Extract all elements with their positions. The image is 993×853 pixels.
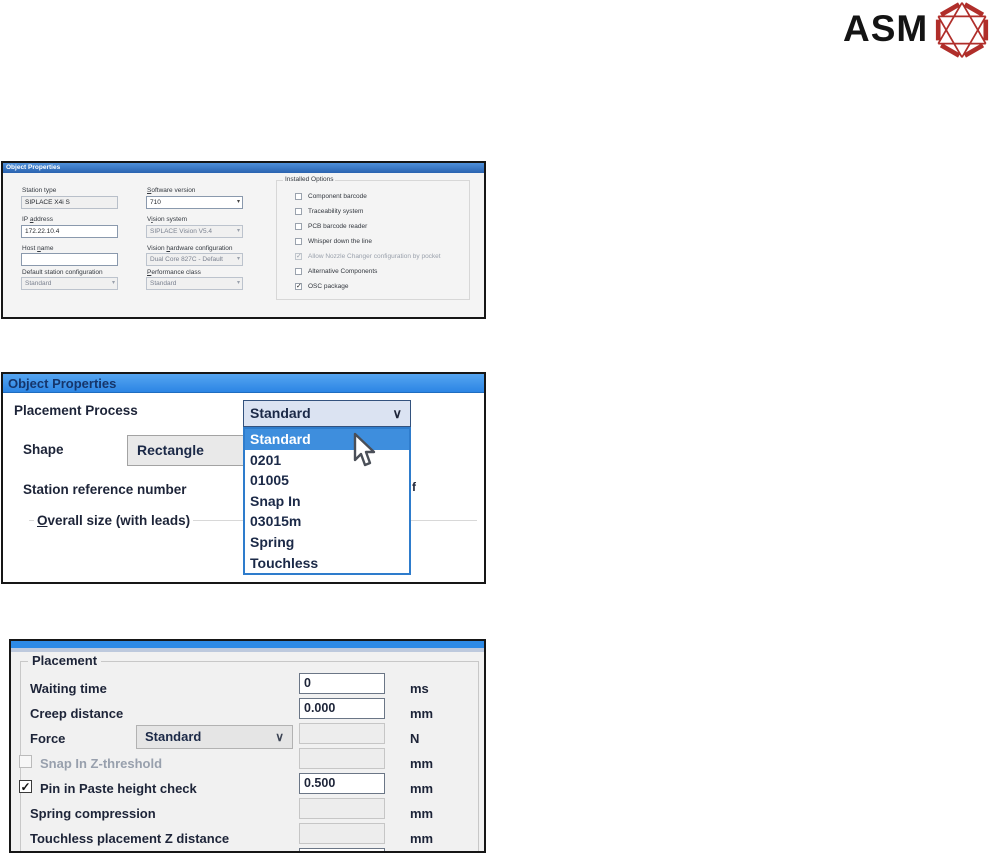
- spring-compression-field[interactable]: [299, 798, 385, 819]
- list-item-touchless[interactable]: Touchless: [245, 553, 409, 574]
- creep-distance-label: Creep distance: [30, 706, 124, 721]
- osc-package-checkbox[interactable]: ✓: [295, 283, 302, 290]
- performance-class-label: Performance class: [147, 269, 201, 276]
- asm-logo: ASM: [838, 0, 993, 60]
- list-item-standard[interactable]: Standard: [245, 429, 409, 450]
- shape-dropdown[interactable]: Rectangle: [127, 435, 244, 466]
- checkbox-label: PCB barcode reader: [308, 223, 368, 230]
- checkbox-label: Allow Nozzle Changer configuration by po…: [308, 253, 441, 260]
- snap-in-z-threshold-field[interactable]: [299, 748, 385, 769]
- traceability-system-checkbox[interactable]: [295, 208, 302, 215]
- vision-hardware-configuration-dropdown[interactable]: Dual Core 827C - Default ▾: [146, 253, 243, 266]
- screenshot-object-properties-placement-process: Object Properties Placement Process Stan…: [1, 372, 486, 584]
- list-item-0201[interactable]: 0201: [245, 450, 409, 471]
- touchless-placement-label: Touchless placement Z distance: [30, 831, 230, 846]
- spring-compression-label: Spring compression: [30, 806, 156, 821]
- alternative-components-checkbox[interactable]: [295, 268, 302, 275]
- placement-process-label: Placement Process: [14, 403, 138, 418]
- host-name-label: Host name: [22, 245, 54, 252]
- vision-system-label: Vision system: [147, 216, 187, 223]
- station-reference-number-label: Station reference number: [23, 482, 187, 497]
- installed-options-group: Installed Options Component barcode Trac…: [276, 176, 470, 300]
- host-name-field[interactable]: [21, 253, 118, 266]
- force-unit: N: [410, 731, 420, 746]
- software-version-dropdown[interactable]: 710 ▾: [146, 196, 243, 209]
- force-dropdown[interactable]: Standard ∨: [136, 725, 293, 749]
- screenshot-placement-settings: Placement Waiting time 0 ms Creep distan…: [9, 639, 486, 853]
- dialog-titlebar: Object Properties: [3, 163, 484, 173]
- dropdown-arrow-icon: ▾: [236, 256, 240, 262]
- dialog-title: Object Properties: [6, 164, 61, 171]
- pin-in-paste-label: Pin in Paste height check: [40, 781, 197, 796]
- snap-in-z-threshold-unit: mm: [410, 756, 434, 771]
- ip-address-label: IP address: [22, 216, 53, 223]
- dropdown-arrow-icon: ▾: [236, 228, 240, 234]
- touchless-placement-unit: mm: [410, 831, 434, 846]
- dropdown-arrow-icon: ▾: [236, 199, 240, 205]
- chevron-down-icon: ∨: [392, 406, 402, 421]
- ip-address-field[interactable]: 172.22.10.4: [21, 225, 118, 238]
- pin-in-paste-checkbox[interactable]: ✓: [19, 780, 32, 793]
- chevron-down-icon: ∨: [275, 730, 284, 744]
- spring-compression-unit: mm: [410, 806, 434, 821]
- performance-class-dropdown[interactable]: Standard ▾: [146, 277, 243, 290]
- pin-in-paste-unit: mm: [410, 781, 434, 796]
- partial-input-field[interactable]: [299, 848, 385, 851]
- list-item-spring[interactable]: Spring: [245, 532, 409, 553]
- snap-in-z-threshold-label: Snap In Z-threshold: [40, 756, 163, 771]
- checkbox-label: OSC package: [308, 283, 349, 290]
- list-item-01005[interactable]: 01005: [245, 470, 409, 491]
- force-label: Force: [30, 731, 66, 746]
- dropdown-arrow-icon: ▾: [236, 280, 240, 286]
- pcb-barcode-reader-checkbox[interactable]: [295, 223, 302, 230]
- hex-network-icon: [935, 2, 989, 58]
- creep-distance-unit: mm: [410, 706, 434, 721]
- asm-logo-text: ASM: [843, 8, 929, 49]
- station-type-field[interactable]: SIPLACE X4i S: [21, 196, 118, 209]
- default-station-configuration-dropdown[interactable]: Standard ▾: [21, 277, 118, 290]
- dropdown-arrow-icon: ▾: [111, 280, 115, 286]
- shape-label: Shape: [23, 442, 64, 457]
- checkbox-label: Traceability system: [308, 208, 364, 215]
- software-version-label: Software version: [147, 187, 196, 194]
- groupbox-line: [409, 520, 477, 521]
- touchless-placement-field[interactable]: [299, 823, 385, 844]
- pin-in-paste-input[interactable]: 0.500: [299, 773, 385, 794]
- checkbox-label: Alternative Components: [308, 268, 378, 275]
- allow-nozzle-changer-checkbox[interactable]: ✓: [295, 253, 302, 260]
- default-station-configuration-label: Default station configuration: [22, 269, 103, 276]
- installed-options-group-label: Installed Options: [283, 176, 336, 183]
- waiting-time-input[interactable]: 0: [299, 673, 385, 694]
- placement-group-label: Placement: [28, 653, 102, 668]
- placement-process-open-list: Standard 0201 01005 Snap In 03015m Sprin…: [243, 427, 411, 575]
- mouse-cursor-icon: [353, 432, 376, 467]
- checkbox-label: Component barcode: [308, 193, 367, 200]
- placement-process-dropdown[interactable]: Standard ∨: [243, 400, 411, 427]
- list-item-03015m[interactable]: 03015m: [245, 511, 409, 532]
- partial-text: f: [412, 480, 416, 494]
- whisper-down-the-line-checkbox[interactable]: [295, 238, 302, 245]
- component-barcode-checkbox[interactable]: [295, 193, 302, 200]
- vision-system-dropdown[interactable]: SIPLACE Vision V5.4 ▾: [146, 225, 243, 238]
- waiting-time-unit: ms: [410, 681, 429, 696]
- dialog-title: Object Properties: [8, 376, 117, 391]
- list-item-snap-in[interactable]: Snap In: [245, 491, 409, 512]
- vision-hardware-configuration-label: Vision hardware configuration: [147, 245, 233, 252]
- dialog-titlebar: Object Properties: [3, 374, 484, 393]
- creep-distance-input[interactable]: 0.000: [299, 698, 385, 719]
- overall-size-group-label: Overall size (with leads): [34, 513, 194, 528]
- station-type-label: Station type: [22, 187, 57, 194]
- dialog-titlebar-sliver: [11, 641, 484, 648]
- snap-in-z-threshold-checkbox[interactable]: [19, 755, 32, 768]
- screenshot-object-properties-station: Object Properties Station type SIPLACE X…: [1, 161, 486, 319]
- checkbox-label: Whisper down the line: [308, 238, 372, 245]
- waiting-time-label: Waiting time: [30, 681, 107, 696]
- titlebar-shadow-strip: [11, 648, 484, 652]
- force-value-field[interactable]: [299, 723, 385, 744]
